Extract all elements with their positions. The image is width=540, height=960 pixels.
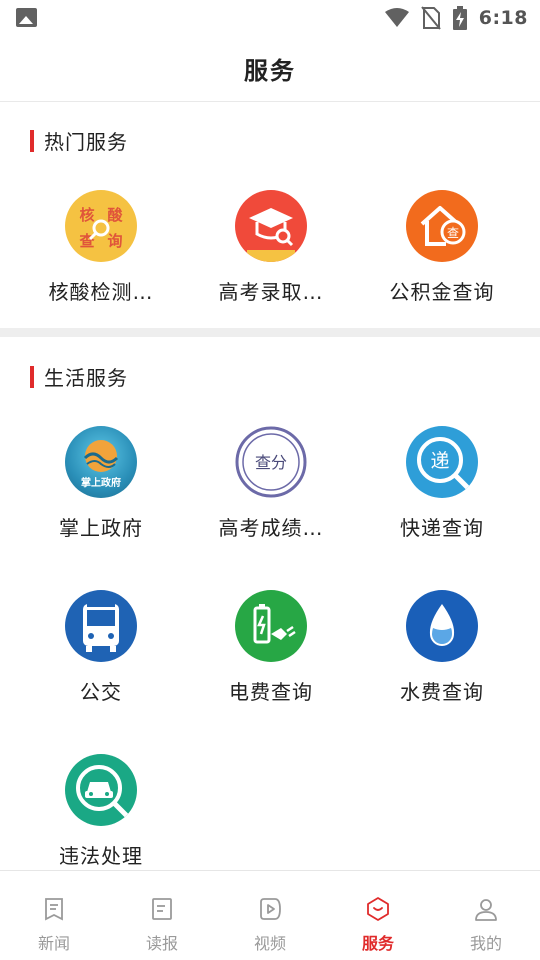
service-label: 公交 — [80, 680, 122, 704]
graduation-cap-search-icon — [235, 190, 307, 262]
express-search-icon: 递 — [406, 426, 478, 498]
nav-tab-profile[interactable]: 我的 — [432, 871, 540, 960]
service-label: 水费查询 — [400, 680, 484, 704]
no-sim-icon — [420, 6, 441, 30]
service-icon — [367, 897, 389, 921]
section-header-hot: 热门服务 — [30, 126, 128, 155]
profile-icon — [475, 899, 497, 921]
car-search-icon — [65, 754, 137, 826]
svg-text:查分: 查分 — [255, 453, 287, 472]
service-label: 公积金查询 — [389, 280, 495, 304]
score-query-icon: 查分 — [235, 426, 307, 498]
nav-label: 新闻 — [37, 934, 70, 953]
section-accent-bar — [30, 129, 34, 152]
nav-label: 服务 — [361, 934, 394, 953]
service-tile-water[interactable]: 水费查询 — [352, 590, 532, 705]
section-header-life: 生活服务 — [30, 362, 128, 391]
nav-tab-video[interactable]: 视频 — [216, 871, 324, 960]
water-drop-icon — [406, 590, 478, 662]
svg-text:核: 核 — [79, 206, 94, 224]
service-tile-nucleic-acid[interactable]: 核 酸 查 询 核酸检测… — [11, 190, 191, 305]
section-divider — [0, 328, 540, 337]
service-tile-housing-fund[interactable]: 查 公积金查询 — [352, 190, 532, 305]
service-label: 高考录取… — [218, 280, 324, 304]
clock-time: 6:18 — [478, 7, 528, 29]
government-emblem-icon: 掌上政府 — [65, 426, 137, 498]
image-icon — [16, 8, 37, 27]
service-tile-gaokao-score[interactable]: 查分 高考成绩… — [181, 426, 361, 541]
battery-plug-icon — [235, 590, 307, 662]
nav-label: 读报 — [145, 934, 178, 953]
service-label: 掌上政府 — [59, 516, 143, 540]
section-title: 生活服务 — [44, 366, 128, 390]
section-accent-bar — [30, 365, 34, 388]
bottom-navigation: 新闻 读报 视频 服务 我的 — [0, 870, 540, 960]
service-tile-bus[interactable]: 公交 — [11, 590, 191, 705]
nav-label: 我的 — [469, 934, 502, 953]
service-label: 电费查询 — [229, 680, 313, 704]
svg-text:询: 询 — [107, 232, 122, 250]
service-tile-express[interactable]: 递 快递查询 — [352, 426, 532, 541]
svg-text:掌上政府: 掌上政府 — [81, 476, 121, 489]
news-icon — [45, 898, 63, 921]
page-title: 服务 — [244, 57, 296, 85]
svg-text:递: 递 — [430, 450, 449, 472]
newspaper-icon — [152, 898, 172, 920]
service-tile-violation[interactable]: 违法处理 — [11, 754, 191, 869]
service-tile-gov[interactable]: 掌上政府 掌上政府 — [11, 426, 191, 541]
service-tile-electricity[interactable]: 电费查询 — [181, 590, 361, 705]
svg-text:查: 查 — [447, 226, 459, 240]
video-icon — [260, 898, 281, 920]
nav-tab-newspaper[interactable]: 读报 — [108, 871, 216, 960]
status-bar: 6:18 — [0, 0, 540, 36]
service-label: 核酸检测… — [48, 280, 154, 304]
wifi-icon — [384, 8, 409, 27]
bus-icon — [65, 590, 137, 662]
service-label: 违法处理 — [59, 844, 143, 868]
house-search-icon: 查 — [406, 190, 478, 262]
nav-tab-news[interactable]: 新闻 — [0, 871, 108, 960]
section-title: 热门服务 — [44, 130, 128, 154]
battery-charging-icon — [452, 6, 467, 30]
nucleic-acid-query-icon: 核 酸 查 询 — [65, 190, 137, 262]
svg-text:酸: 酸 — [107, 206, 123, 224]
app-header: 服务 — [0, 36, 540, 102]
nav-label: 视频 — [253, 934, 286, 953]
service-label: 快递查询 — [400, 516, 484, 540]
service-tile-gaokao-admission[interactable]: 高考录取… — [181, 190, 361, 305]
service-label: 高考成绩… — [218, 516, 324, 540]
nav-tab-service[interactable]: 服务 — [324, 871, 432, 960]
